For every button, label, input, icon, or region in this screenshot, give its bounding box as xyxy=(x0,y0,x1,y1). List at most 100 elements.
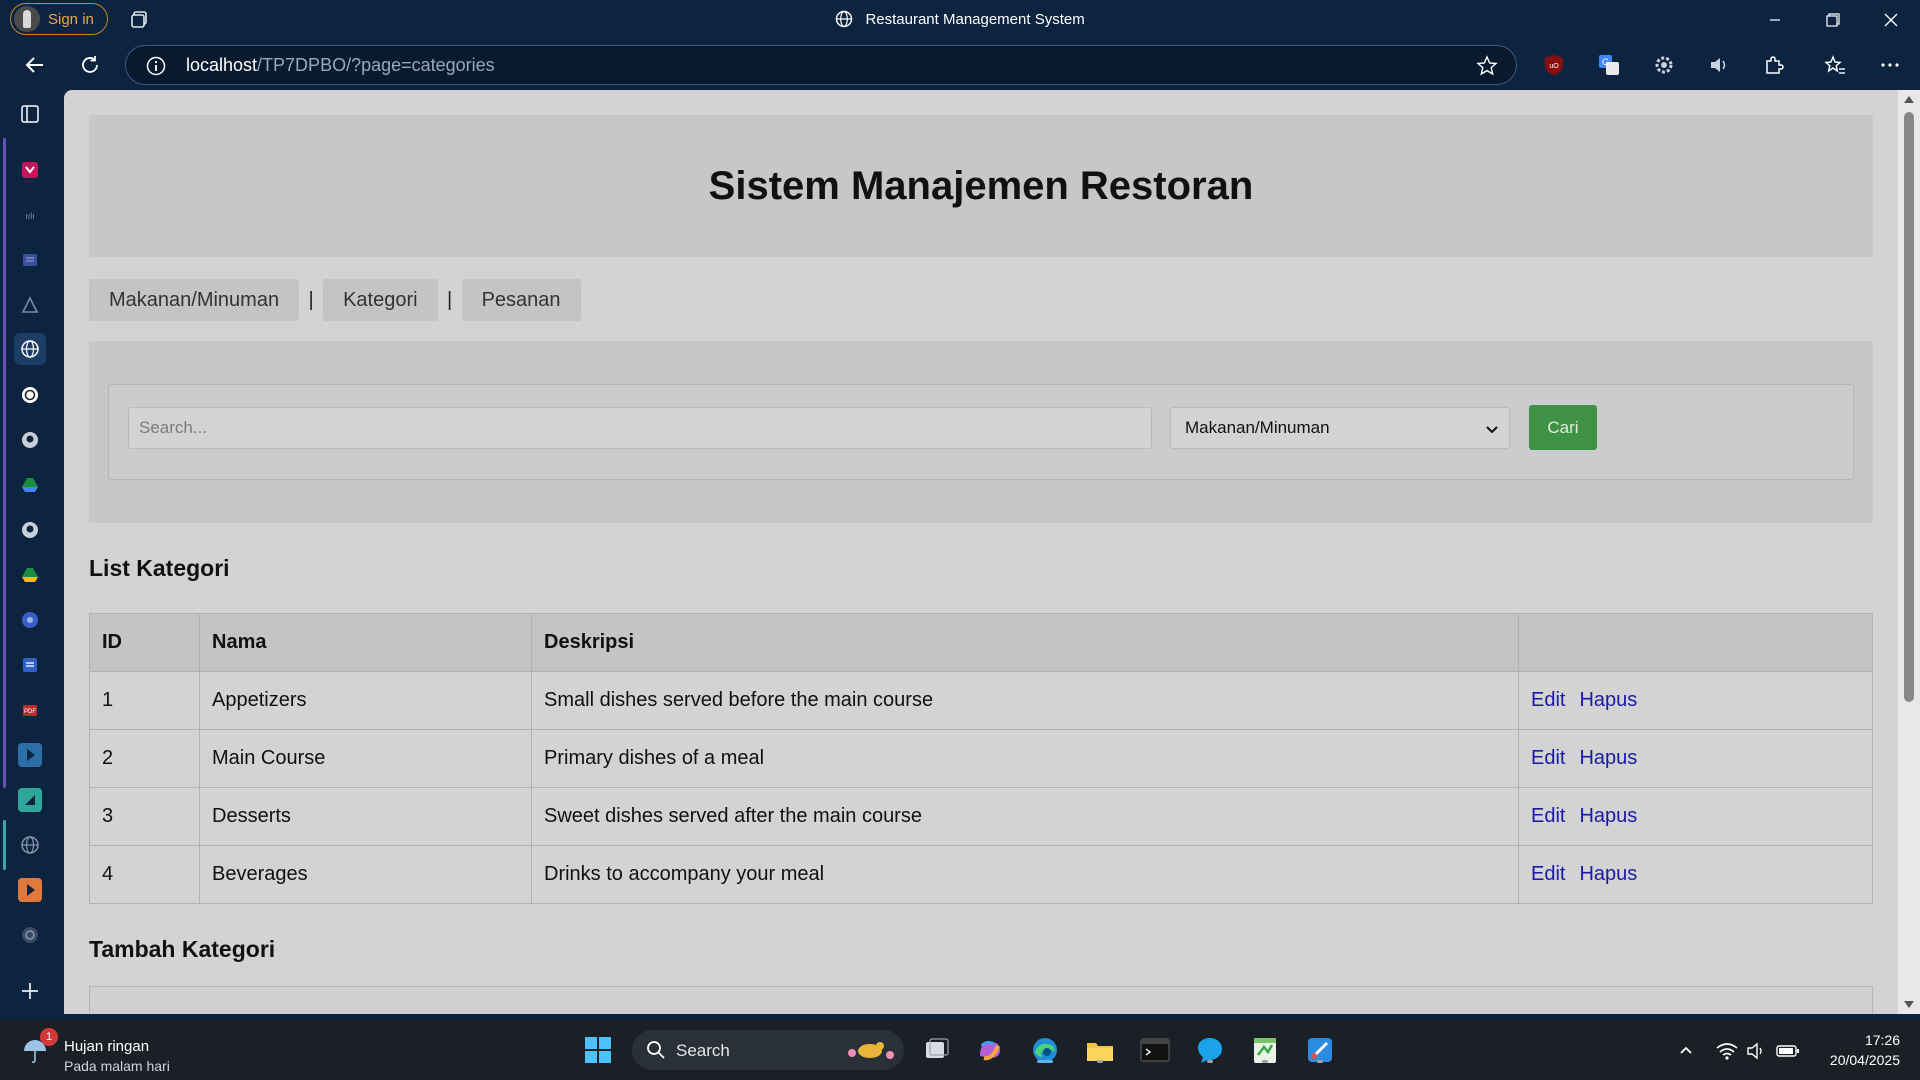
nav-link-kategori[interactable]: Kategori xyxy=(323,279,438,321)
globe-icon xyxy=(835,10,853,32)
running-indicator xyxy=(1262,1060,1268,1063)
volume-icon[interactable] xyxy=(1746,1042,1766,1065)
app-bubble-icon[interactable] xyxy=(1194,1034,1226,1066)
favorite-star-icon[interactable] xyxy=(1476,55,1498,82)
favorites-icon[interactable] xyxy=(1823,53,1847,77)
sidebar-github-icon[interactable] xyxy=(14,424,46,456)
edit-link[interactable]: Edit xyxy=(1531,863,1565,885)
edge-browser-icon[interactable] xyxy=(1029,1034,1061,1066)
weather-badge: 1 xyxy=(40,1028,58,1046)
cell-description: Small dishes served before the main cour… xyxy=(531,671,1519,730)
site-info-icon[interactable] xyxy=(146,56,166,81)
svg-text:ıılı: ıılı xyxy=(25,211,35,221)
terminal-icon[interactable] xyxy=(1139,1034,1171,1066)
sidebar-tabs-icon[interactable] xyxy=(14,98,46,130)
nav-separator: | xyxy=(308,288,314,311)
weather-title: Hujan ringan xyxy=(64,1038,150,1055)
file-explorer-icon[interactable] xyxy=(1084,1034,1116,1066)
sidebar-docs-icon[interactable] xyxy=(14,649,46,681)
running-indicator xyxy=(1317,1060,1323,1063)
sidebar-app-7-icon[interactable] xyxy=(14,874,46,906)
sidebar-app-2-icon[interactable]: ıılı xyxy=(14,199,46,231)
search-highlight-bird-icon xyxy=(848,1042,894,1059)
sidebar-pdf-icon[interactable]: PDF xyxy=(14,694,46,726)
sidebar-app-8-icon[interactable] xyxy=(14,919,46,951)
page-nav: Makanan/Minuman | Kategori | Pesanan xyxy=(89,279,1873,321)
active-indicator xyxy=(1037,1060,1053,1063)
nav-link-makanan[interactable]: Makanan/Minuman xyxy=(89,279,300,321)
chevron-down-icon xyxy=(1485,421,1499,441)
svg-text:G: G xyxy=(1602,57,1609,67)
cell-id: 3 xyxy=(89,787,200,846)
search-input[interactable] xyxy=(128,407,1152,449)
table-row: 4 Beverages Drinks to accompany your mea… xyxy=(89,845,1873,904)
sidebar-chatgpt-icon[interactable] xyxy=(14,379,46,411)
ublock-extension-icon[interactable]: uO xyxy=(1542,53,1566,77)
sidebar-drive-2-icon[interactable] xyxy=(14,559,46,591)
more-options-icon[interactable] xyxy=(1878,53,1902,77)
header-id: ID xyxy=(89,613,200,672)
sidebar-app-3-icon[interactable] xyxy=(14,244,46,276)
sidebar-app-1-icon[interactable] xyxy=(14,154,46,186)
page-scrollbar[interactable] xyxy=(1898,90,1920,1014)
settings-extension-icon[interactable] xyxy=(1652,53,1676,77)
refresh-button[interactable] xyxy=(75,50,105,80)
task-view-icon[interactable] xyxy=(920,1034,952,1066)
translate-extension-icon[interactable]: G xyxy=(1597,53,1621,77)
delete-link[interactable]: Hapus xyxy=(1579,689,1637,711)
cell-id: 4 xyxy=(89,845,200,904)
category-select-value: Makanan/Minuman xyxy=(1185,418,1330,437)
clock-time: 17:26 xyxy=(1864,1032,1900,1048)
back-button[interactable] xyxy=(20,50,50,80)
edit-link[interactable]: Edit xyxy=(1531,747,1565,769)
delete-link[interactable]: Hapus xyxy=(1579,863,1637,885)
edit-link[interactable]: Edit xyxy=(1531,805,1565,827)
cell-actions: Edit Hapus xyxy=(1518,671,1873,730)
search-button[interactable]: Cari xyxy=(1529,405,1597,450)
minimize-button[interactable] xyxy=(1760,6,1790,34)
sidebar-add-icon[interactable] xyxy=(14,975,46,1007)
scrollbar-thumb[interactable] xyxy=(1904,112,1914,702)
delete-link[interactable]: Hapus xyxy=(1579,805,1637,827)
sidebar-group-line-2 xyxy=(3,820,6,870)
nav-link-pesanan[interactable]: Pesanan xyxy=(461,279,581,321)
sidebar-play-icon[interactable] xyxy=(14,739,46,771)
system-clock[interactable]: 17:26 20/04/2025 xyxy=(1830,1030,1900,1070)
extensions-puzzle-icon[interactable] xyxy=(1762,53,1786,77)
search-icon xyxy=(647,1041,665,1059)
browser-sidebar: ıılı PDF xyxy=(0,90,60,1020)
cell-actions: Edit Hapus xyxy=(1518,787,1873,846)
scroll-up-arrow-icon[interactable] xyxy=(1904,96,1914,103)
delete-link[interactable]: Hapus xyxy=(1579,747,1637,769)
paint-app-icon[interactable] xyxy=(1304,1034,1336,1066)
table-row: 3 Desserts Sweet dishes served after the… xyxy=(89,787,1873,846)
running-indicator xyxy=(1097,1060,1103,1063)
sidebar-app-5-icon[interactable] xyxy=(14,604,46,636)
taskbar-search[interactable]: Search xyxy=(632,1030,904,1070)
edit-link[interactable]: Edit xyxy=(1531,689,1565,711)
svg-text:uO: uO xyxy=(1549,63,1559,70)
close-window-button[interactable] xyxy=(1876,6,1906,34)
page-title: Sistem Manajemen Restoran xyxy=(708,163,1254,208)
address-bar[interactable]: localhost/TP7DPBO/?page=categories xyxy=(125,45,1517,85)
sidebar-web-active-icon[interactable] xyxy=(14,333,46,365)
notepad-app-icon[interactable] xyxy=(1249,1034,1281,1066)
url-text[interactable]: localhost/TP7DPBO/?page=categories xyxy=(186,55,495,76)
cell-actions: Edit Hapus xyxy=(1518,729,1873,788)
sidebar-app-4-icon[interactable] xyxy=(14,289,46,321)
scroll-down-arrow-icon[interactable] xyxy=(1904,1001,1914,1008)
sidebar-drive-icon[interactable] xyxy=(14,469,46,501)
battery-icon[interactable] xyxy=(1776,1042,1800,1065)
show-hidden-icons-chevron-icon[interactable] xyxy=(1678,1042,1694,1063)
sidebar-app-6-icon[interactable] xyxy=(14,784,46,816)
cell-id: 1 xyxy=(89,671,200,730)
restore-button[interactable] xyxy=(1818,6,1848,34)
windows-start-icon[interactable] xyxy=(582,1034,614,1066)
sidebar-web-2-icon[interactable] xyxy=(14,829,46,861)
copilot-icon[interactable] xyxy=(974,1034,1006,1066)
read-aloud-icon[interactable] xyxy=(1707,53,1731,77)
category-select[interactable]: Makanan/Minuman xyxy=(1170,407,1510,449)
cell-name: Beverages xyxy=(199,845,532,904)
wifi-icon[interactable] xyxy=(1716,1042,1738,1065)
sidebar-github-2-icon[interactable] xyxy=(14,514,46,546)
